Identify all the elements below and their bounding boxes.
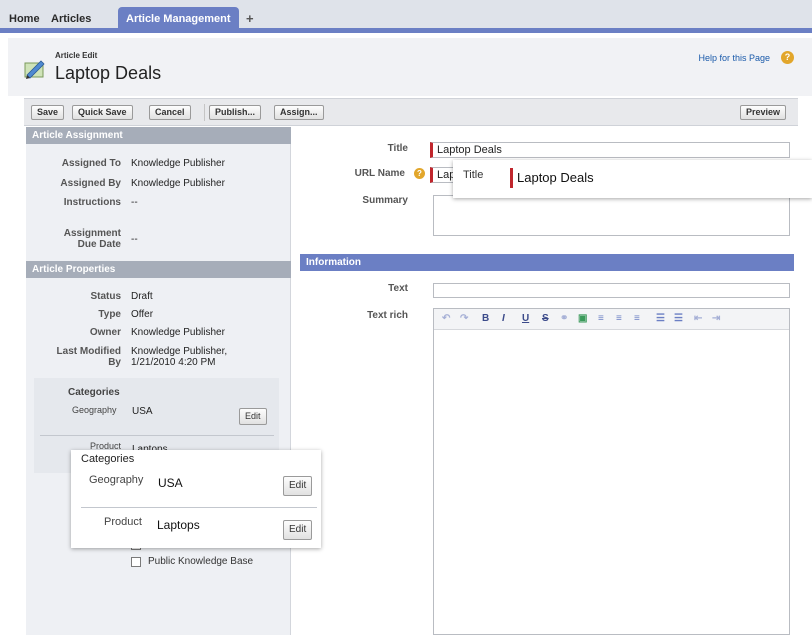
- last-modified-label: Last Modified By: [30, 346, 121, 368]
- tab-articles[interactable]: Articles: [51, 7, 91, 33]
- outdent-icon[interactable]: ⇤: [694, 313, 702, 324]
- due-date-label-line2: Due Date: [77, 239, 121, 250]
- summary-label: Summary: [362, 195, 408, 206]
- zoom-edit-geography-button[interactable]: Edit: [283, 476, 313, 496]
- italic-icon[interactable]: I: [502, 313, 505, 324]
- tab-article-management[interactable]: Article Management: [118, 7, 239, 33]
- type-label: Type: [98, 309, 121, 320]
- tab-bar: Home Articles Article Management +: [0, 0, 812, 33]
- align-left-icon[interactable]: ≡: [598, 313, 604, 324]
- instructions-label: Instructions: [63, 197, 121, 208]
- last-modified-label-line2: By: [108, 357, 121, 368]
- image-icon[interactable]: ▣: [578, 313, 587, 324]
- publish-button[interactable]: Publish...: [209, 105, 262, 120]
- status-label: Status: [90, 291, 121, 302]
- categories-heading: Categories: [68, 387, 120, 398]
- owner-value: Knowledge Publisher: [131, 327, 225, 338]
- public-knowledge-base-label: Public Knowledge Base: [148, 556, 254, 567]
- categories-zoom-callout: Categories Geography USA Edit Product La…: [71, 450, 321, 548]
- zoom-edit-product-button[interactable]: Edit: [283, 520, 313, 540]
- quick-save-button[interactable]: Quick Save: [72, 105, 133, 120]
- information-header: Information: [300, 254, 794, 271]
- help-icon[interactable]: ?: [781, 51, 794, 64]
- save-button[interactable]: Save: [31, 105, 65, 120]
- tab-home[interactable]: Home: [9, 7, 40, 33]
- zoom-categories-heading: Categories: [81, 453, 135, 465]
- article-edit-icon: [24, 60, 45, 79]
- action-toolbar: Save Quick Save Cancel Publish... Assign…: [24, 98, 798, 126]
- summary-textarea[interactable]: [433, 195, 790, 236]
- link-icon[interactable]: ⚭: [560, 313, 568, 324]
- page-title: Laptop Deals: [55, 63, 162, 83]
- url-name-label: URL Name: [354, 168, 405, 179]
- owner-label: Owner: [89, 327, 121, 338]
- category-divider: [40, 435, 274, 436]
- last-modified-value-line1: Knowledge Publisher,: [131, 346, 228, 357]
- align-center-icon[interactable]: ≡: [616, 313, 622, 324]
- assigned-by-value: Knowledge Publisher: [131, 178, 225, 189]
- title-label: Title: [387, 143, 408, 154]
- status-value: Draft: [131, 291, 153, 302]
- due-date-label: Assignment Due Date: [30, 228, 121, 250]
- instructions-value: --: [131, 197, 138, 208]
- due-date-label-line1: Assignment: [63, 228, 121, 239]
- zoom-product-value: Laptops: [157, 518, 200, 532]
- assigned-to-value: Knowledge Publisher: [131, 158, 225, 169]
- title-input[interactable]: Laptop Deals: [430, 142, 790, 158]
- underline-icon[interactable]: U: [522, 313, 529, 324]
- help-link[interactable]: Help for this Page: [698, 53, 770, 63]
- public-knowledge-base-checkbox[interactable]: [131, 557, 141, 567]
- redo-icon[interactable]: ↷: [460, 313, 468, 324]
- strikethrough-icon[interactable]: S: [542, 313, 549, 324]
- geography-label: Geography: [72, 405, 117, 415]
- text-input[interactable]: [433, 283, 790, 298]
- article-properties-header: Article Properties: [26, 261, 291, 278]
- align-right-icon[interactable]: ≡: [634, 313, 640, 324]
- page-subtitle: Article Edit: [55, 51, 98, 60]
- undo-icon[interactable]: ↶: [442, 313, 450, 324]
- due-date-value: --: [131, 234, 138, 245]
- assigned-to-label: Assigned To: [61, 158, 121, 169]
- last-modified-value-line2: 1/21/2010 4:20 PM: [131, 357, 216, 368]
- preview-button[interactable]: Preview: [740, 105, 787, 120]
- bold-icon[interactable]: B: [482, 313, 489, 324]
- assigned-by-label: Assigned By: [60, 178, 121, 189]
- bulleted-list-icon[interactable]: ☰: [656, 313, 665, 324]
- toolbar-divider: [204, 104, 205, 121]
- zoom-geography-value: USA: [158, 476, 183, 490]
- title-zoom-callout: Title Laptop Deals: [453, 160, 812, 198]
- text-label: Text: [388, 283, 408, 294]
- zoom-category-divider: [81, 507, 317, 508]
- zoom-product-label: Product: [104, 516, 142, 528]
- indent-icon[interactable]: ⇥: [712, 313, 720, 324]
- assign-button[interactable]: Assign...: [274, 105, 324, 120]
- geography-value: USA: [132, 406, 153, 417]
- add-tab-icon[interactable]: +: [246, 7, 254, 33]
- zoom-title-label: Title: [463, 169, 484, 181]
- type-value: Offer: [131, 309, 154, 320]
- url-name-help-icon[interactable]: ?: [414, 168, 425, 179]
- last-modified-label-line1: Last Modified: [56, 346, 121, 357]
- article-assignment-header: Article Assignment: [26, 127, 291, 144]
- rich-text-toolbar: ↶ ↷ B I U S ⚭ ▣ ≡ ≡ ≡ ☰ ☰ ⇤ ⇥: [434, 309, 789, 330]
- rich-text-editor[interactable]: ↶ ↷ B I U S ⚭ ▣ ≡ ≡ ≡ ☰ ☰ ⇤ ⇥: [433, 308, 790, 635]
- text-rich-label: Text rich: [367, 310, 408, 321]
- numbered-list-icon[interactable]: ☰: [674, 313, 683, 324]
- last-modified-value: Knowledge Publisher, 1/21/2010 4:20 PM: [131, 346, 227, 368]
- cancel-button[interactable]: Cancel: [149, 105, 191, 120]
- zoom-geography-label: Geography: [89, 474, 144, 486]
- zoom-title-value: Laptop Deals: [510, 168, 810, 188]
- edit-geography-button[interactable]: Edit: [239, 408, 267, 425]
